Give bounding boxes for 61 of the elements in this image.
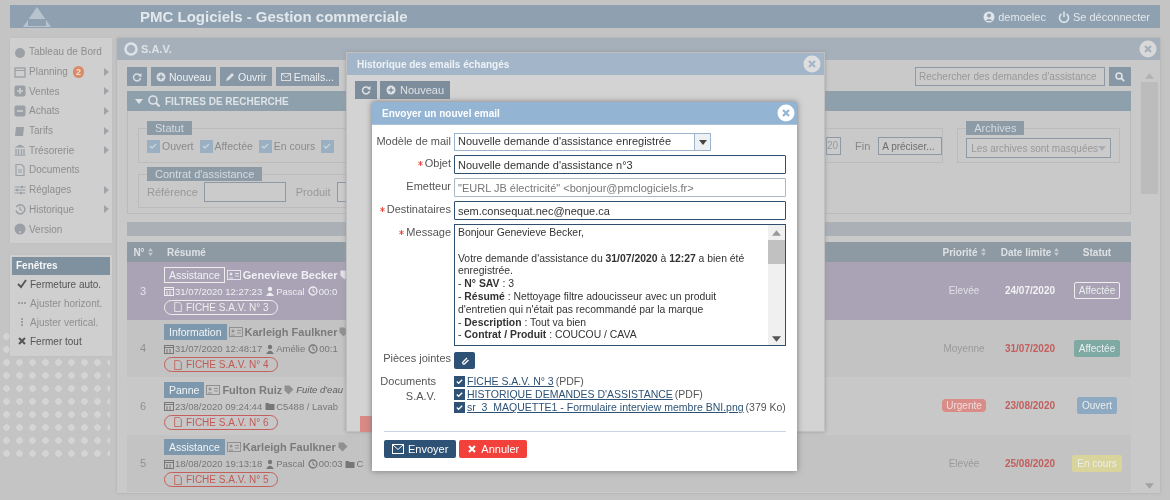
filters-title: FILTRES DE RECHERCHE	[165, 95, 289, 107]
category-tag: Information	[164, 324, 227, 341]
client-name: Genevieve Becker	[242, 268, 338, 281]
meta-text: Amélie	[265, 343, 306, 355]
message-line: - N° SAV : 3	[458, 278, 515, 291]
meta-text: 18/08/2020 19:13:18	[164, 458, 263, 470]
panel-title: Fenêtres	[12, 256, 110, 275]
meta-text: 31/07/2020 12:27:23	[164, 285, 263, 297]
window-title: Historique des emails échangés	[357, 58, 510, 70]
client-name: Karleigh Faulkner	[242, 441, 336, 454]
client-name: Karleigh Faulkner	[244, 326, 338, 339]
checkbox-label: En cours	[273, 140, 316, 152]
field-label: Message	[376, 224, 451, 240]
checkbox-label: Ouvert	[162, 140, 194, 152]
meta-text: 00:03	[307, 458, 343, 470]
message-line: - Résumé : Nettoyage filtre adoucisseur avec un produit d'entretien qui n'était pas recommandé par la marque	[458, 291, 718, 317]
field-label: Destinataires	[376, 201, 451, 217]
field-label: Objet	[376, 155, 451, 171]
field-label: Emetteur	[405, 179, 451, 194]
file-info: (PDF)	[674, 388, 703, 401]
field-label: Modèle de mail	[376, 134, 451, 149]
count-badge: 2	[72, 65, 84, 78]
meta-text: Pascal	[265, 285, 305, 297]
deadline-date: 25/08/2020	[1004, 457, 1056, 469]
meta-text: C5488 / Lavab	[265, 400, 338, 412]
meta-text: 00:1	[308, 343, 338, 355]
meta-text: Pascal	[265, 458, 305, 470]
field-label: Pièces jointes	[382, 351, 451, 367]
app-title: PMC Logiciels - Gestion commerciale	[140, 8, 408, 25]
client-name: Fulton Ruiz	[222, 383, 283, 396]
deadline-date: 24/07/2020	[1004, 285, 1056, 297]
category-tag: Panne	[164, 381, 205, 398]
deadline-date: 31/07/2020	[1004, 342, 1056, 354]
meta-text: C	[345, 458, 364, 470]
status-badge: Ouvert	[1077, 397, 1117, 415]
message-line: - Contrat / Produit : COUCOU / CAVA	[458, 329, 638, 343]
message-line: Bonjour Genevieve Becker,	[458, 227, 585, 240]
file-info: (PDF)	[555, 375, 584, 388]
checkbox-label: Affectée	[214, 140, 253, 152]
subject-text: Fuite d'eau	[296, 384, 343, 396]
deadline-date: 23/08/2020	[1004, 400, 1056, 412]
status-badge: Affectée	[1073, 282, 1121, 300]
row-number: 3	[138, 283, 148, 299]
field-label: Fin	[855, 140, 871, 152]
dialog-title: Envoyer un nouvel email	[382, 107, 500, 119]
priority-label: Urgente	[942, 399, 986, 413]
category-tag: Assistance	[164, 439, 225, 456]
fieldset-legend: Archives	[966, 121, 1025, 135]
meta-text: 31/07/2020 12:48:17	[164, 343, 263, 355]
fieldset-legend: Statut	[147, 121, 192, 135]
meta-text: 00:0	[307, 285, 338, 297]
file-info: (379 Ko)	[745, 401, 786, 414]
status-badge: Affectée	[1073, 339, 1121, 357]
meta-text: 23/08/2020 09:24:44	[164, 400, 263, 412]
message-line: - Description : Tout va bien	[458, 316, 588, 330]
category-tag: Assistance	[164, 266, 225, 283]
priority-label: Elevée	[948, 285, 980, 297]
field-label: Documents S.A.V.	[379, 374, 436, 405]
fieldset-legend: Contrat d'assistance	[147, 167, 263, 181]
message-line: Votre demande d'assistance du 31/07/2020 à 12:27 a bien été enregistrée.	[458, 252, 746, 279]
status-badge: En cours	[1072, 454, 1122, 472]
